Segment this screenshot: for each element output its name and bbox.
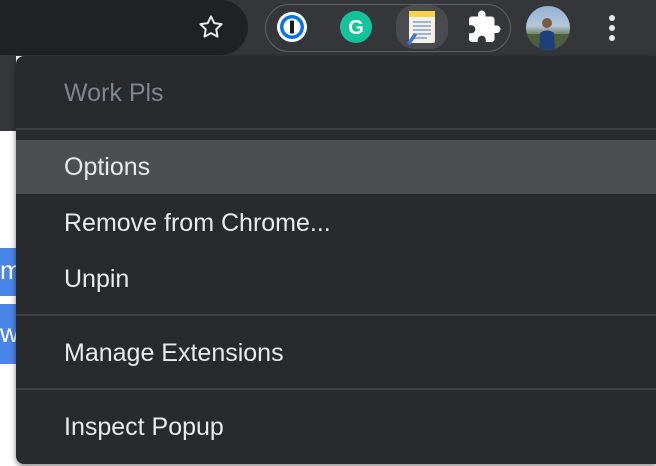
page-text-fragment: m (0, 257, 16, 283)
three-dot-menu-icon[interactable] (598, 10, 626, 46)
page-blue-block: w (0, 304, 16, 364)
notepad-extension-icon[interactable] (396, 5, 448, 49)
extension-context-menu: Work Pls Options Remove from Chrome... U… (16, 56, 656, 464)
menu-item-remove-from-chrome[interactable]: Remove from Chrome... (16, 196, 656, 250)
page-blue-block: m (0, 248, 16, 296)
menu-separator (16, 314, 656, 316)
page-header-strip (0, 56, 16, 131)
profile-avatar[interactable] (526, 6, 570, 50)
menu-header-extension-name: Work Pls (64, 79, 164, 107)
page-gap (0, 296, 16, 304)
menu-separator (16, 128, 656, 130)
1password-icon[interactable] (274, 9, 310, 45)
menu-item-inspect-popup[interactable]: Inspect Popup (16, 400, 656, 454)
menu-separator (16, 388, 656, 390)
puzzle-extensions-icon[interactable] (466, 9, 502, 45)
menu-item-unpin[interactable]: Unpin (16, 252, 656, 306)
grammarly-icon[interactable]: G (338, 9, 374, 45)
page-text-fragment: w (0, 320, 16, 346)
svg-text:G: G (348, 17, 364, 39)
browser-toolbar: G (0, 0, 656, 56)
menu-item-options[interactable]: Options (16, 140, 656, 194)
menu-item-manage-extensions[interactable]: Manage Extensions (16, 326, 656, 380)
star-outline-icon[interactable] (196, 12, 226, 42)
